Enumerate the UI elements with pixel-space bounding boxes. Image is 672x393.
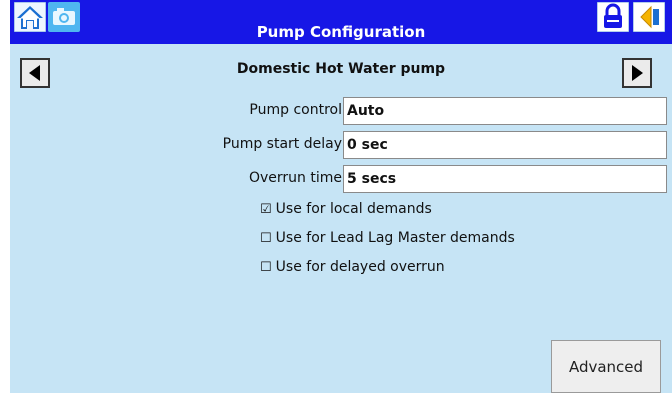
advanced-button[interactable]: Advanced (551, 340, 661, 393)
checkbox-unchecked-icon: ☐ (260, 231, 272, 246)
overrun-time-field[interactable]: 5 secs (343, 165, 667, 193)
delayed-overrun-label: Use for delayed overrun (275, 259, 445, 275)
right-arrow-icon (632, 65, 643, 81)
pump-start-delay-field[interactable]: 0 sec (343, 131, 667, 159)
pump-start-delay-row: Pump start delay 0 sec (10, 131, 672, 159)
overrun-time-row: Overrun time 5 secs (10, 165, 672, 193)
pump-control-field[interactable]: Auto (343, 97, 667, 125)
next-button[interactable] (622, 58, 652, 88)
local-demands-checkbox[interactable]: ☑ Use for local demands (260, 201, 432, 217)
pump-config-screen: Pump Configuration Domestic Hot Water pu… (10, 0, 672, 393)
checkbox-unchecked-icon: ☐ (260, 260, 272, 275)
page-title: Pump Configuration (256, 23, 426, 41)
pump-control-row: Pump control Auto (10, 97, 672, 125)
title-bar: Pump Configuration (10, 0, 672, 44)
lead-lag-master-label: Use for Lead Lag Master demands (275, 230, 515, 246)
delayed-overrun-checkbox[interactable]: ☐ Use for delayed overrun (260, 259, 445, 275)
pump-start-delay-label: Pump start delay (222, 136, 342, 152)
pump-control-label: Pump control (249, 102, 342, 118)
local-demands-label: Use for local demands (275, 201, 432, 217)
lead-lag-master-checkbox[interactable]: ☐ Use for Lead Lag Master demands (260, 230, 515, 246)
pump-name: Domestic Hot Water pump (236, 61, 446, 77)
checkbox-checked-icon: ☑ (260, 202, 272, 217)
overrun-time-label: Overrun time (248, 170, 342, 186)
